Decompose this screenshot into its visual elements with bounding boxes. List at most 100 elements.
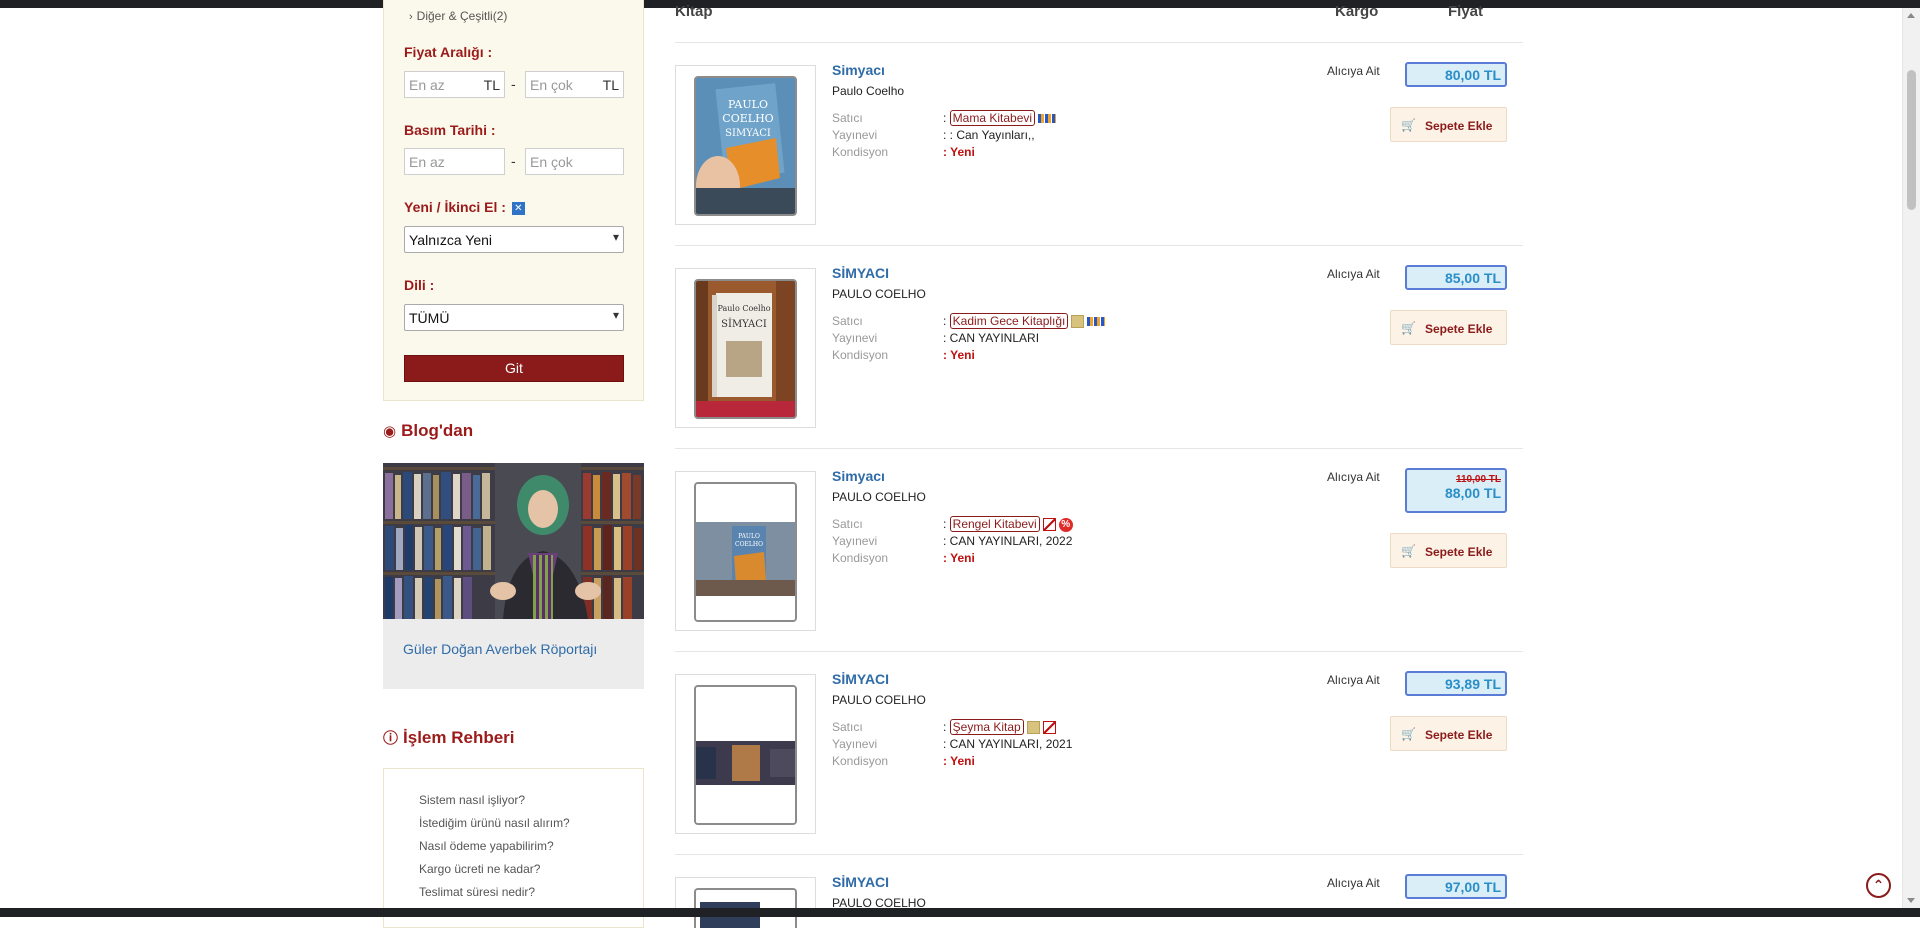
seller-key: Satıcı [832,111,863,125]
book-title-link[interactable]: Simyacı [832,468,885,484]
scroll-up-icon[interactable] [1907,13,1915,18]
book-thumbnail[interactable]: Paulo Coelho SİMYACI [675,268,816,428]
shop-badge-icon [1087,317,1106,327]
seller-value: : Mama Kitabevi [943,110,1057,126]
scrollbar-thumb[interactable] [1907,70,1916,210]
discount-badge-icon [1042,518,1056,532]
price-box: 97,00 TL [1405,874,1507,899]
percent-badge-icon: % [1058,517,1073,532]
seller-link[interactable]: Mama Kitabevi [949,110,1036,126]
seller-key: Satıcı [832,314,863,328]
price-max-input[interactable]: En çok TL [525,71,624,98]
year-max-input[interactable]: En çok [525,148,624,175]
chevron-up-icon: ⌃ [1872,877,1885,893]
publisher-key: Yayınevi [832,737,878,751]
seller-link[interactable]: Rengel Kitabevi [949,516,1040,532]
price-min-input[interactable]: En az TL [404,71,505,98]
blog-article-link[interactable]: Güler Doğan Averbek Röportajı [403,641,597,657]
clear-x-icon[interactable]: ✕ [511,201,525,215]
add-to-cart-button[interactable]: 🛒 Sepete Ekle [1390,533,1507,568]
blog-section-title: ◉ Blog'dan [383,421,474,440]
year-min-input[interactable]: En az [404,148,505,175]
chevron-down-icon: ▾ [612,230,619,244]
range-dash: - [511,76,516,92]
condition-key: Kondisyon [832,348,889,362]
book-cover-image: Paulo Coelho SİMYACI [694,279,797,419]
add-to-cart-button[interactable]: 🛒 Sepete Ekle [1390,716,1507,751]
chevron-right-icon: › [409,11,413,23]
add-to-cart-button[interactable]: 🛒 Sepete Ekle [1390,310,1507,345]
category-link-other[interactable]: › Diğer & Çeşitli(2) [409,9,507,23]
page-scrollbar[interactable] [1902,8,1920,908]
book-thumbnail[interactable]: PAULO COELHO SIMYACI [675,65,816,225]
divider [675,42,1523,43]
book-title-link[interactable]: Simyacı [832,62,885,78]
book-thumbnail[interactable] [675,674,816,834]
publisher-key: Yayınevi [832,534,878,548]
svg-text:PAULO: PAULO [738,533,760,540]
column-header-cargo: Kargo [1335,3,1379,20]
cart-icon: 🛒 [1401,544,1416,558]
range-dash: - [511,153,516,169]
cart-icon: 🛒 [1401,321,1416,335]
book-thumbnail[interactable]: PAULO COELHO [675,471,816,631]
svg-text:SIMYACI: SIMYACI [725,128,771,139]
divider [675,854,1523,855]
print-date-label: Basım Tarihi : [404,122,496,138]
svg-text:COELHO: COELHO [735,541,763,548]
guide-item[interactable]: Sistem nasıl işliyor? [419,793,525,807]
cargo-info: Alıcıya Ait [1327,267,1380,281]
seller-link[interactable]: Kadim Gece Kitaplığı [949,313,1069,329]
book-author: Paulo Coelho [832,84,905,98]
book-title-link[interactable]: SİMYACI [832,874,889,890]
divider [675,245,1523,246]
cart-icon: 🛒 [1401,118,1416,132]
browser-bottom-bar [0,908,1920,917]
price: 93,89 TL [1444,676,1501,692]
guide-item[interactable]: Kargo ücreti ne kadar? [419,862,540,876]
publisher-value: : CAN YAYINLARI, 2021 [943,737,1073,751]
book-cover-image: PAULO COELHO [694,482,797,622]
rss-icon: ◉ [383,423,397,440]
cargo-info: Alıcıya Ait [1327,64,1380,78]
book-author: PAULO COELHO [832,693,926,707]
guide-item[interactable]: İstediğim ürünü nasıl alırım? [419,816,570,830]
seller-link[interactable]: Şeyma Kitap [949,719,1024,735]
blog-caption: Güler Doğan Averbek Röportajı [383,619,644,689]
book-title-link[interactable]: SİMYACI [832,265,889,281]
blog-image[interactable] [383,463,644,619]
column-header-price: Fiyat [1448,3,1484,20]
condition-value: : Yeni [943,348,975,362]
discount-badge-icon [1042,721,1056,735]
svg-text:PAULO: PAULO [728,98,768,111]
divider [675,448,1523,449]
guide-item[interactable]: Teslimat süresi nedir? [419,885,535,899]
price-box: 110,00 TL 88,00 TL [1405,468,1507,513]
go-button[interactable]: Git [404,355,624,382]
book-author: PAULO COELHO [832,287,926,301]
back-to-top-button[interactable]: ⌃ [1866,873,1891,898]
seller-value: : Kadim Gece Kitaplığı [943,313,1106,329]
divider [675,651,1523,652]
svg-text:Paulo Coelho: Paulo Coelho [717,304,770,313]
guide-section-title: ⓘ İşlem Rehberi [383,728,515,747]
scroll-down-icon[interactable] [1907,898,1915,903]
filter-panel: › Diğer & Çeşitli(2) Fiyat Aralığı : En a… [383,0,644,401]
language-label: Dili : [404,277,435,293]
price: 80,00 TL [1444,67,1501,83]
seller-value: : Şeyma Kitap [943,719,1056,735]
publisher-key: Yayınevi [832,331,878,345]
condition-value: : Yeni [943,145,975,159]
price-box: 93,89 TL [1405,671,1507,696]
medal-badge-icon [1071,315,1085,329]
seller-key: Satıcı [832,517,863,531]
condition-select[interactable]: Yalnızca Yeni ▾ [404,226,624,253]
book-cover-image [694,685,797,825]
svg-text:COELHO: COELHO [722,112,773,125]
price: 85,00 TL [1444,270,1501,286]
book-cover-image: PAULO COELHO SIMYACI [694,76,797,216]
book-title-link[interactable]: SİMYACI [832,671,889,687]
language-select[interactable]: TÜMÜ ▾ [404,304,624,331]
guide-item[interactable]: Nasıl ödeme yapabilirim? [419,839,554,853]
add-to-cart-button[interactable]: 🛒 Sepete Ekle [1390,107,1507,142]
